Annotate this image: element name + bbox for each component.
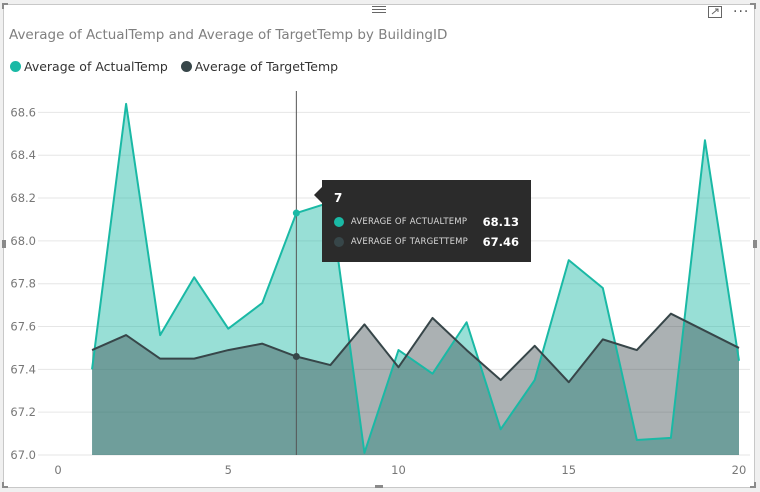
- tooltip-dot-target: [334, 237, 344, 247]
- tooltip: 7 AVERAGE OF ACTUALTEMP 68.13 AVERAGE OF…: [314, 180, 531, 262]
- tooltip-label-actual: AVERAGE OF ACTUALTEMP: [350, 217, 468, 227]
- y-tick-label: 68.6: [10, 105, 36, 119]
- y-tick-label: 67.2: [10, 405, 36, 419]
- y-tick-label: 68.4: [10, 148, 36, 162]
- x-tick-label: 0: [54, 463, 61, 477]
- tooltip-header: 7: [334, 191, 343, 205]
- hover-marker-target: [292, 353, 300, 361]
- tooltip-dot-actual: [334, 217, 344, 227]
- tooltip-value-target: 67.46: [482, 235, 519, 249]
- y-tick-label: 68.0: [10, 234, 36, 248]
- x-tick-label: 20: [732, 463, 747, 477]
- x-tick-label: 10: [391, 463, 406, 477]
- tooltip-label-target: AVERAGE OF TARGETTEMP: [350, 237, 469, 247]
- x-tick-label: 15: [561, 463, 576, 477]
- y-tick-label: 68.2: [10, 191, 36, 205]
- y-tick-label: 67.0: [10, 448, 36, 462]
- tooltip-row-target: AVERAGE OF TARGETTEMP 67.46: [334, 232, 519, 252]
- y-tick-label: 67.8: [10, 277, 36, 291]
- tooltip-value-actual: 68.13: [482, 215, 519, 229]
- tooltip-row-actual: AVERAGE OF ACTUALTEMP 68.13: [334, 212, 519, 232]
- x-tick-label: 5: [225, 463, 232, 477]
- y-tick-label: 67.6: [10, 320, 36, 334]
- hover-marker-actual: [292, 209, 300, 217]
- y-tick-label: 67.4: [10, 362, 36, 376]
